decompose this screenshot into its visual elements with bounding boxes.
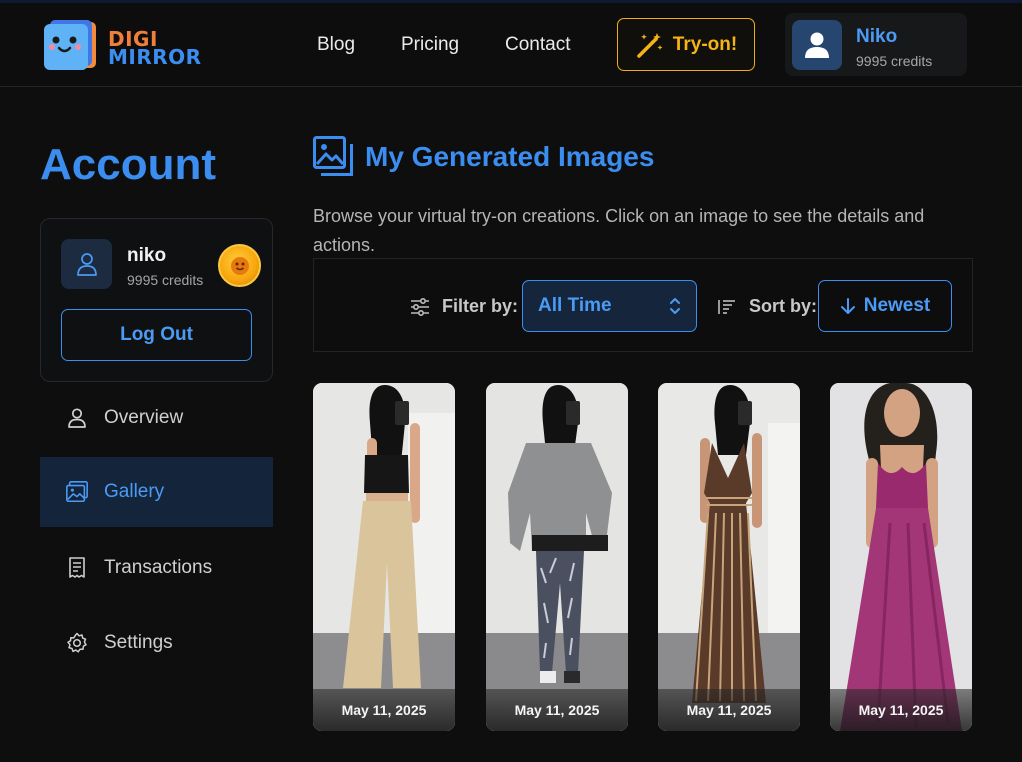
images-icon xyxy=(313,136,353,176)
filter-bar: Filter by: All Time Sort by: Newest xyxy=(313,258,973,352)
user-icon xyxy=(68,408,86,428)
tryon-photo xyxy=(830,383,972,731)
gallery-image-card[interactable]: May 11, 2025 xyxy=(313,383,455,731)
user-menu[interactable]: Niko 9995 credits xyxy=(785,13,967,76)
tryon-photo xyxy=(658,383,800,731)
sort-label: Sort by: xyxy=(717,296,817,317)
user-outline-icon xyxy=(76,253,97,276)
profile-name: niko xyxy=(127,245,167,266)
sidebar-item-label: Transactions xyxy=(104,557,213,578)
gallery-image-card[interactable]: May 11, 2025 xyxy=(658,383,800,731)
image-date: May 11, 2025 xyxy=(658,689,800,731)
gallery-image-card[interactable]: May 11, 2025 xyxy=(830,383,972,731)
user-name: Niko xyxy=(856,26,898,47)
magic-wand-icon xyxy=(637,32,663,58)
coin-icon xyxy=(218,244,261,287)
nav-pricing-link[interactable]: Pricing xyxy=(401,34,459,56)
time-filter-select[interactable]: All Time xyxy=(522,280,697,332)
page-title: Account xyxy=(40,140,216,189)
user-icon xyxy=(805,32,829,58)
sidebar-item-gallery[interactable]: Gallery xyxy=(40,457,273,527)
gallery-image-card[interactable]: May 11, 2025 xyxy=(486,383,628,731)
tryon-label: Try-on! xyxy=(672,33,738,55)
sidebar-item-transactions[interactable]: Transactions xyxy=(40,533,273,603)
profile-card: niko 9995 credits Log Out xyxy=(40,218,273,382)
filter-label: Filter by: xyxy=(410,296,518,317)
sidebar-item-label: Overview xyxy=(104,407,184,428)
sliders-icon xyxy=(411,297,429,316)
image-date: May 11, 2025 xyxy=(313,689,455,731)
tryon-photo xyxy=(486,383,628,731)
sidebar-item-label: Gallery xyxy=(104,481,165,502)
arrow-down-icon xyxy=(840,298,855,314)
time-filter-value: All Time xyxy=(538,295,612,316)
gallery-header: My Generated Images xyxy=(313,136,654,178)
image-icon xyxy=(66,481,88,503)
receipt-icon xyxy=(69,557,85,578)
sidebar-item-settings[interactable]: Settings xyxy=(40,608,273,678)
logo-line2: MIRROR xyxy=(108,45,202,69)
avatar xyxy=(792,20,842,70)
sort-label-text: Sort by: xyxy=(749,296,818,316)
sidebar-item-overview[interactable]: Overview xyxy=(40,383,273,453)
coin-emblem-icon xyxy=(230,256,249,275)
profile-credits: 9995 credits xyxy=(127,272,204,288)
nav-contact-link[interactable]: Contact xyxy=(505,34,570,56)
gear-icon xyxy=(67,632,87,653)
logo[interactable]: DIGI MIRROR xyxy=(40,16,210,76)
nav-blog-link[interactable]: Blog xyxy=(317,34,355,56)
tryon-button[interactable]: Try-on! xyxy=(617,18,755,71)
sidebar-item-label: Settings xyxy=(104,632,173,653)
logo-text: DIGI MIRROR xyxy=(108,29,202,69)
filter-label-text: Filter by: xyxy=(442,296,519,316)
sort-list-icon xyxy=(718,299,735,314)
user-credits: 9995 credits xyxy=(856,53,933,69)
image-date: May 11, 2025 xyxy=(830,689,972,731)
profile-avatar xyxy=(61,239,112,289)
gallery-description: Browse your virtual try-on creations. Cl… xyxy=(313,206,925,255)
chevron-updown-icon xyxy=(670,298,680,314)
tryon-photo xyxy=(313,383,455,731)
image-date: May 11, 2025 xyxy=(486,689,628,731)
site-header: DIGI MIRROR Blog Pricing Contact Try-on!… xyxy=(0,3,1022,87)
sort-value: Newest xyxy=(863,295,931,316)
gallery-title: My Generated Images xyxy=(365,141,655,172)
sort-button[interactable]: Newest xyxy=(818,280,952,332)
logo-mascot-icon xyxy=(44,20,96,70)
logout-button[interactable]: Log Out xyxy=(61,309,252,361)
